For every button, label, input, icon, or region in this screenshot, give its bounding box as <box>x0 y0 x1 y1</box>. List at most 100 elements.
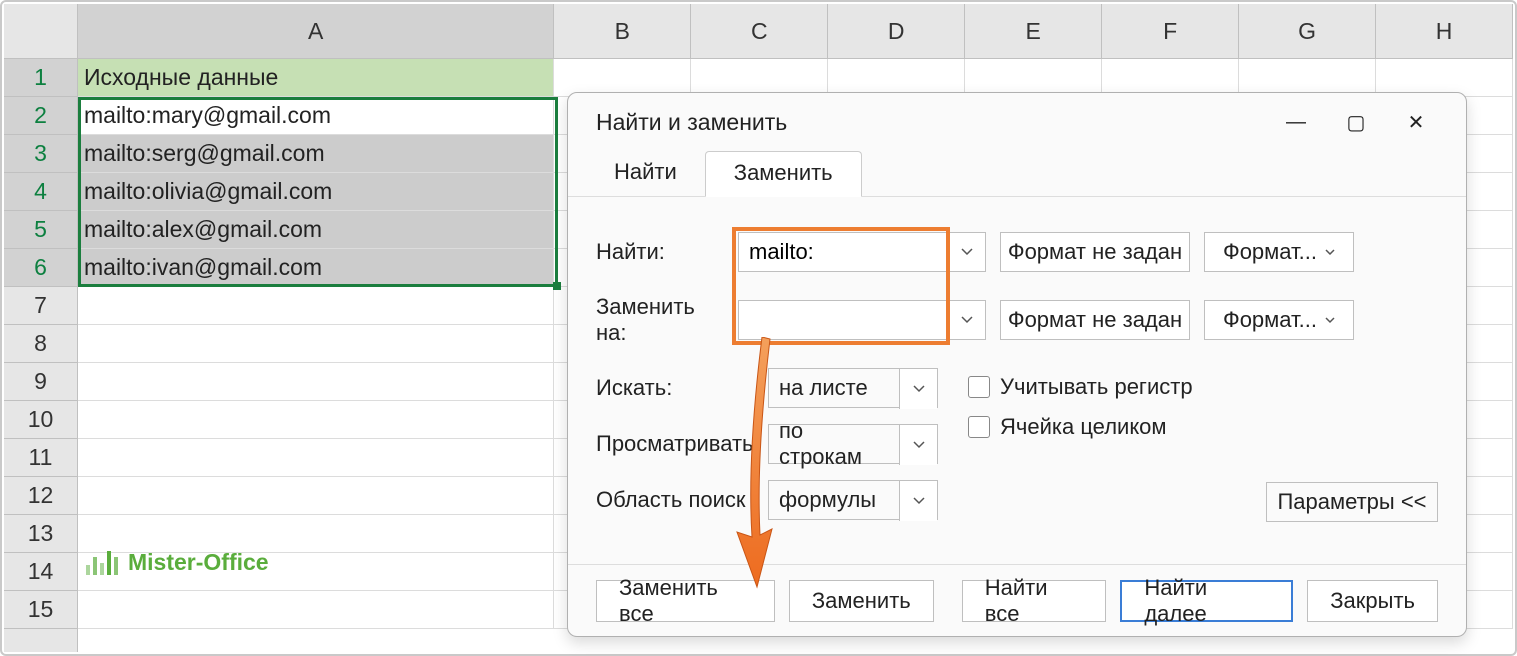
replace-input[interactable] <box>738 300 948 340</box>
look-in-label: Область поиск <box>596 487 754 513</box>
dialog-tabs: Найти Заменить <box>568 151 1466 197</box>
selection-fill-handle[interactable] <box>553 282 561 290</box>
chevron-down-icon <box>961 316 973 324</box>
row-header-7[interactable]: 7 <box>4 287 77 325</box>
cell-C1[interactable] <box>691 59 828 96</box>
row-header-12[interactable]: 12 <box>4 477 77 515</box>
replace-label: Заменить на: <box>596 294 724 346</box>
replace-all-button[interactable]: Заменить все <box>596 580 775 622</box>
maximize-icon: ▢ <box>1347 110 1366 135</box>
format-btn-label: Формат... <box>1223 239 1317 265</box>
cell[interactable] <box>78 591 554 628</box>
close-icon: ✕ <box>1408 110 1425 135</box>
row-header-5[interactable]: 5 <box>4 211 77 249</box>
col-header-B[interactable]: B <box>554 4 691 58</box>
chevron-down-icon <box>961 248 973 256</box>
dialog-footer: Заменить все Заменить Найти все Найти да… <box>568 564 1466 636</box>
cell-G1[interactable] <box>1239 59 1376 96</box>
find-format-button[interactable]: Формат... <box>1204 232 1354 272</box>
find-input[interactable] <box>738 232 948 272</box>
combo-value: по строкам <box>769 425 899 463</box>
replace-history-dropdown[interactable] <box>948 300 986 340</box>
col-header-C[interactable]: C <box>691 4 828 58</box>
col-header-F[interactable]: F <box>1102 4 1239 58</box>
row-headers: 1 2 3 4 5 6 7 8 9 10 11 12 13 14 15 <box>4 59 78 652</box>
logo-bars-icon <box>86 551 118 575</box>
row-header-11[interactable]: 11 <box>4 439 77 477</box>
replace-button[interactable]: Заменить <box>789 580 934 622</box>
chevron-down-icon <box>899 369 937 409</box>
options-button[interactable]: Параметры << <box>1266 482 1438 522</box>
logo-text: Mister-Office <box>128 549 269 576</box>
col-header-H[interactable]: H <box>1376 4 1513 58</box>
col-header-A[interactable]: A <box>78 4 554 58</box>
find-replace-dialog[interactable]: Найти и заменить — ▢ ✕ Найти Заменить На… <box>567 92 1467 637</box>
row-header-15[interactable]: 15 <box>4 591 77 629</box>
cell[interactable] <box>78 439 554 476</box>
row-header-6[interactable]: 6 <box>4 249 77 287</box>
row-header-9[interactable]: 9 <box>4 363 77 401</box>
tab-find[interactable]: Найти <box>586 151 705 196</box>
cell[interactable] <box>78 515 554 552</box>
dialog-titlebar[interactable]: Найти и заменить — ▢ ✕ <box>568 93 1466 151</box>
cell-A2[interactable]: mailto:mary@gmail.com <box>78 97 554 134</box>
whole-cell-label: Ячейка целиком <box>1000 414 1167 440</box>
cell-A6[interactable]: mailto:ivan@gmail.com <box>78 249 554 286</box>
find-label: Найти: <box>596 239 724 265</box>
cell-H1[interactable] <box>1376 59 1513 96</box>
cell-E1[interactable] <box>965 59 1102 96</box>
format-btn-label: Формат... <box>1223 307 1317 333</box>
row-header-4[interactable]: 4 <box>4 173 77 211</box>
minimize-button[interactable]: — <box>1266 102 1326 142</box>
cell-A4[interactable]: mailto:olivia@gmail.com <box>78 173 554 210</box>
col-header-D[interactable]: D <box>828 4 965 58</box>
find-all-button[interactable]: Найти все <box>962 580 1107 622</box>
close-dialog-button[interactable]: Закрыть <box>1307 580 1438 622</box>
cell-B1[interactable] <box>554 59 691 96</box>
maximize-button[interactable]: ▢ <box>1326 102 1386 142</box>
cell-D1[interactable] <box>828 59 965 96</box>
find-history-dropdown[interactable] <box>948 232 986 272</box>
dialog-title: Найти и заменить <box>596 109 1266 136</box>
chevron-down-icon <box>1325 249 1335 256</box>
search-within-combo[interactable]: на листе <box>768 368 938 408</box>
column-headers: A B C D E F G H <box>78 4 1513 59</box>
match-case-checkbox[interactable]: Учитывать регистр <box>968 374 1193 400</box>
checkbox-icon <box>968 376 990 398</box>
row-header-13[interactable]: 13 <box>4 515 77 553</box>
chevron-down-icon <box>899 481 937 521</box>
chevron-down-icon <box>899 425 937 465</box>
chevron-down-icon <box>1325 317 1335 324</box>
whole-cell-checkbox[interactable]: Ячейка целиком <box>968 414 1193 440</box>
row-header-1[interactable]: 1 <box>4 59 77 97</box>
find-format-preview: Формат не задан <box>1000 232 1190 272</box>
cell[interactable] <box>78 325 554 362</box>
checkbox-icon <box>968 416 990 438</box>
look-in-combo[interactable]: формулы <box>768 480 938 520</box>
cell[interactable] <box>78 401 554 438</box>
col-header-G[interactable]: G <box>1239 4 1376 58</box>
cell-A1[interactable]: Исходные данные <box>78 59 554 96</box>
close-button[interactable]: ✕ <box>1386 102 1446 142</box>
cell[interactable] <box>78 287 554 324</box>
combo-value: формулы <box>769 481 899 519</box>
cell-A3[interactable]: mailto:serg@gmail.com <box>78 135 554 172</box>
col-header-E[interactable]: E <box>965 4 1102 58</box>
search-in-label: Искать: <box>596 375 754 401</box>
row-header-8[interactable]: 8 <box>4 325 77 363</box>
find-next-button[interactable]: Найти далее <box>1120 580 1293 622</box>
row-header-10[interactable]: 10 <box>4 401 77 439</box>
row-header-2[interactable]: 2 <box>4 97 77 135</box>
replace-format-button[interactable]: Формат... <box>1204 300 1354 340</box>
tab-replace[interactable]: Заменить <box>705 151 862 197</box>
cell[interactable] <box>78 363 554 400</box>
row-header-3[interactable]: 3 <box>4 135 77 173</box>
cell[interactable] <box>78 477 554 514</box>
row-header-14[interactable]: 14 <box>4 553 77 591</box>
select-all-corner[interactable] <box>4 4 78 59</box>
cell-F1[interactable] <box>1102 59 1239 96</box>
cell-A5[interactable]: mailto:alex@gmail.com <box>78 211 554 248</box>
match-case-label: Учитывать регистр <box>1000 374 1193 400</box>
search-by-combo[interactable]: по строкам <box>768 424 938 464</box>
search-by-label: Просматривать <box>596 431 754 457</box>
